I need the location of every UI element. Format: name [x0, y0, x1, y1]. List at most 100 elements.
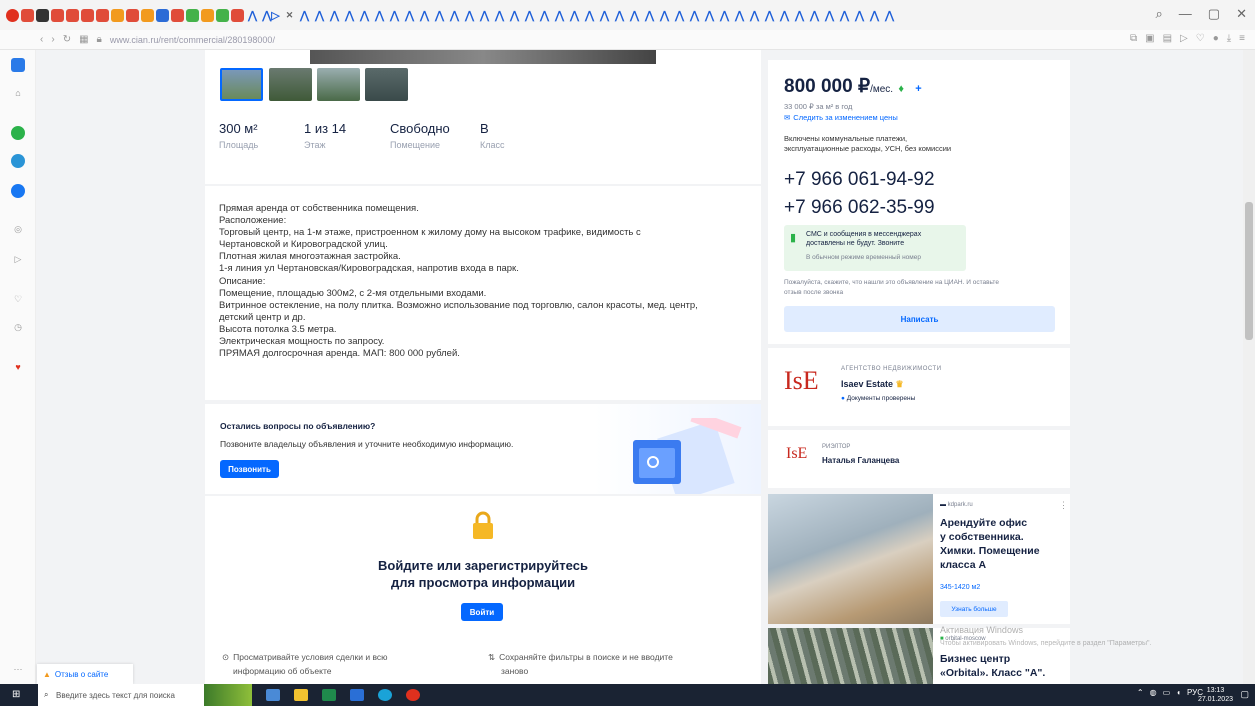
- maximize-icon[interactable]: ▢: [1208, 6, 1220, 22]
- tab-cian-icon[interactable]: ⋀: [493, 9, 506, 22]
- tab-cian-icon[interactable]: ⋀: [373, 9, 386, 22]
- battery-icon[interactable]: ▭: [1163, 688, 1171, 697]
- forward-icon[interactable]: ›: [51, 34, 54, 45]
- tab-cian-icon[interactable]: ⋀: [358, 9, 371, 22]
- tab-cian-icon[interactable]: ⋀: [868, 9, 881, 22]
- bookmark-icon[interactable]: ▤: [1163, 33, 1172, 44]
- telegram-icon[interactable]: [11, 154, 25, 168]
- player-icon[interactable]: ▷: [11, 252, 25, 266]
- tab-cian-icon[interactable]: ⋀: [298, 9, 311, 22]
- task-view-icon[interactable]: [266, 689, 280, 701]
- site-feedback-button[interactable]: ▲ Отзыв о сайте: [37, 664, 133, 684]
- tab-favicon[interactable]: [171, 8, 184, 22]
- scrollbar-thumb[interactable]: [1245, 202, 1253, 340]
- tab-cian-icon[interactable]: ⋀: [313, 9, 326, 22]
- photo-thumbnail[interactable]: [220, 68, 263, 101]
- tab-cian-icon[interactable]: ⋀: [418, 9, 431, 22]
- tab-favicon[interactable]: [51, 8, 64, 22]
- ad-learn-more-button[interactable]: Узнать больше: [940, 601, 1008, 617]
- excel-icon[interactable]: [322, 689, 336, 701]
- search-tabs-icon[interactable]: ⌕: [1156, 6, 1163, 22]
- photo-thumbnail[interactable]: [365, 68, 408, 101]
- tab-cian-icon[interactable]: ⋀: [883, 9, 896, 22]
- menu-icon[interactable]: ≡: [1239, 33, 1245, 44]
- messenger-icon[interactable]: [11, 184, 25, 198]
- tab-cian-icon[interactable]: ⋀: [433, 9, 446, 22]
- tab-favicon[interactable]: [201, 8, 214, 22]
- pinboard-icon[interactable]: ♡: [11, 292, 25, 306]
- realtor-card[interactable]: [768, 430, 1070, 488]
- ad-office-photo[interactable]: [768, 494, 933, 624]
- snapshot-icon[interactable]: ▣: [1145, 33, 1154, 44]
- ad-menu-icon[interactable]: ⋮: [1059, 500, 1068, 511]
- edge-icon[interactable]: [378, 689, 392, 701]
- home-icon[interactable]: ⌂: [11, 86, 25, 100]
- opera-taskbar-icon[interactable]: [406, 689, 420, 701]
- tab-favicon[interactable]: [81, 8, 94, 22]
- tab-cian-icon[interactable]: ⋀: [733, 9, 746, 22]
- ad-title[interactable]: Арендуйте офис у собственника. Химки. По…: [940, 516, 1040, 572]
- ad-building-photo[interactable]: [768, 628, 933, 684]
- tab-cian-icon[interactable]: ⋀: [538, 9, 551, 22]
- page-scrollbar[interactable]: [1243, 50, 1255, 684]
- tab-cian-icon-active[interactable]: ⋀▷: [261, 9, 281, 22]
- tab-cian-icon[interactable]: ⋀: [703, 9, 716, 22]
- file-explorer-icon[interactable]: [294, 689, 308, 701]
- opera-logo-icon[interactable]: [6, 8, 19, 22]
- photo-thumbnail[interactable]: [269, 68, 312, 101]
- tab-cian-icon[interactable]: ⋀: [808, 9, 821, 22]
- word-icon[interactable]: [350, 689, 364, 701]
- windows-start-icon[interactable]: ⊞: [12, 689, 20, 700]
- tab-cian-icon[interactable]: ⋀: [553, 9, 566, 22]
- workspace-icon[interactable]: [11, 58, 25, 72]
- tab-cian-icon[interactable]: ⋀: [658, 9, 671, 22]
- more-icon[interactable]: ⋯: [11, 662, 25, 676]
- tab-close-icon[interactable]: ✕: [283, 9, 296, 22]
- tab-cian-icon[interactable]: ⋀: [763, 9, 776, 22]
- history-icon[interactable]: ◷: [11, 320, 25, 334]
- taskbar-search-input[interactable]: ⌕ Введите здесь текст для поиска: [38, 684, 204, 706]
- tab-cian-icon[interactable]: ⋀: [853, 9, 866, 22]
- login-button[interactable]: Войти: [461, 603, 503, 621]
- tab-favicon[interactable]: [216, 8, 229, 22]
- tab-favicon[interactable]: [36, 8, 49, 22]
- tab-cian-icon[interactable]: ⋀: [568, 9, 581, 22]
- tab-favicon[interactable]: [111, 8, 124, 22]
- network-icon[interactable]: ◍: [1150, 688, 1157, 697]
- clock[interactable]: 13:13 27.01.2023: [1198, 686, 1233, 704]
- tab-cian-icon[interactable]: ⋀: [246, 9, 259, 22]
- whatsapp-icon[interactable]: [11, 126, 25, 140]
- tab-favicon[interactable]: [66, 8, 79, 22]
- phone-number[interactable]: +7 966 061-94-92: [784, 169, 935, 191]
- volume-icon[interactable]: ◖: [1176, 688, 1181, 697]
- tab-cian-icon[interactable]: ⋀: [343, 9, 356, 22]
- tab-cian-icon[interactable]: ⋀: [448, 9, 461, 22]
- tab-cian-icon[interactable]: ⋀: [583, 9, 596, 22]
- tab-cian-icon[interactable]: ⋀: [328, 9, 341, 22]
- search-highlight-image[interactable]: [204, 684, 252, 706]
- tab-cian-icon[interactable]: ⋀: [823, 9, 836, 22]
- account-icon[interactable]: ●: [1213, 33, 1219, 44]
- tab-favicon[interactable]: [126, 8, 139, 22]
- minimize-icon[interactable]: —: [1179, 6, 1192, 22]
- tab-cian-icon[interactable]: ⋀: [598, 9, 611, 22]
- tab-cian-icon[interactable]: ⋀: [478, 9, 491, 22]
- tab-favicon[interactable]: [156, 8, 169, 22]
- tray-chevron-icon[interactable]: ⌃: [1137, 688, 1144, 697]
- vk-icon[interactable]: ◎: [11, 222, 25, 236]
- tab-cian-icon[interactable]: ⋀: [688, 9, 701, 22]
- tab-favicon[interactable]: [96, 8, 109, 22]
- url-field[interactable]: www.cian.ru/rent/commercial/280198000/: [110, 35, 275, 45]
- write-message-button[interactable]: Написать: [784, 306, 1055, 332]
- download-icon[interactable]: ⤓: [1227, 33, 1231, 44]
- tab-favicon[interactable]: [186, 8, 199, 22]
- back-icon[interactable]: ‹: [40, 34, 43, 45]
- price-watch-link[interactable]: ✉ Следить за изменением цены: [784, 113, 898, 122]
- close-window-icon[interactable]: ✕: [1236, 6, 1247, 22]
- tab-cian-icon[interactable]: ⋀: [613, 9, 626, 22]
- tab-cian-icon[interactable]: ⋀: [643, 9, 656, 22]
- tab-cian-icon[interactable]: ⋀: [748, 9, 761, 22]
- tab-favicon[interactable]: [21, 8, 34, 22]
- tab-cian-icon[interactable]: ⋀: [838, 9, 851, 22]
- reload-icon[interactable]: ↻: [63, 34, 71, 45]
